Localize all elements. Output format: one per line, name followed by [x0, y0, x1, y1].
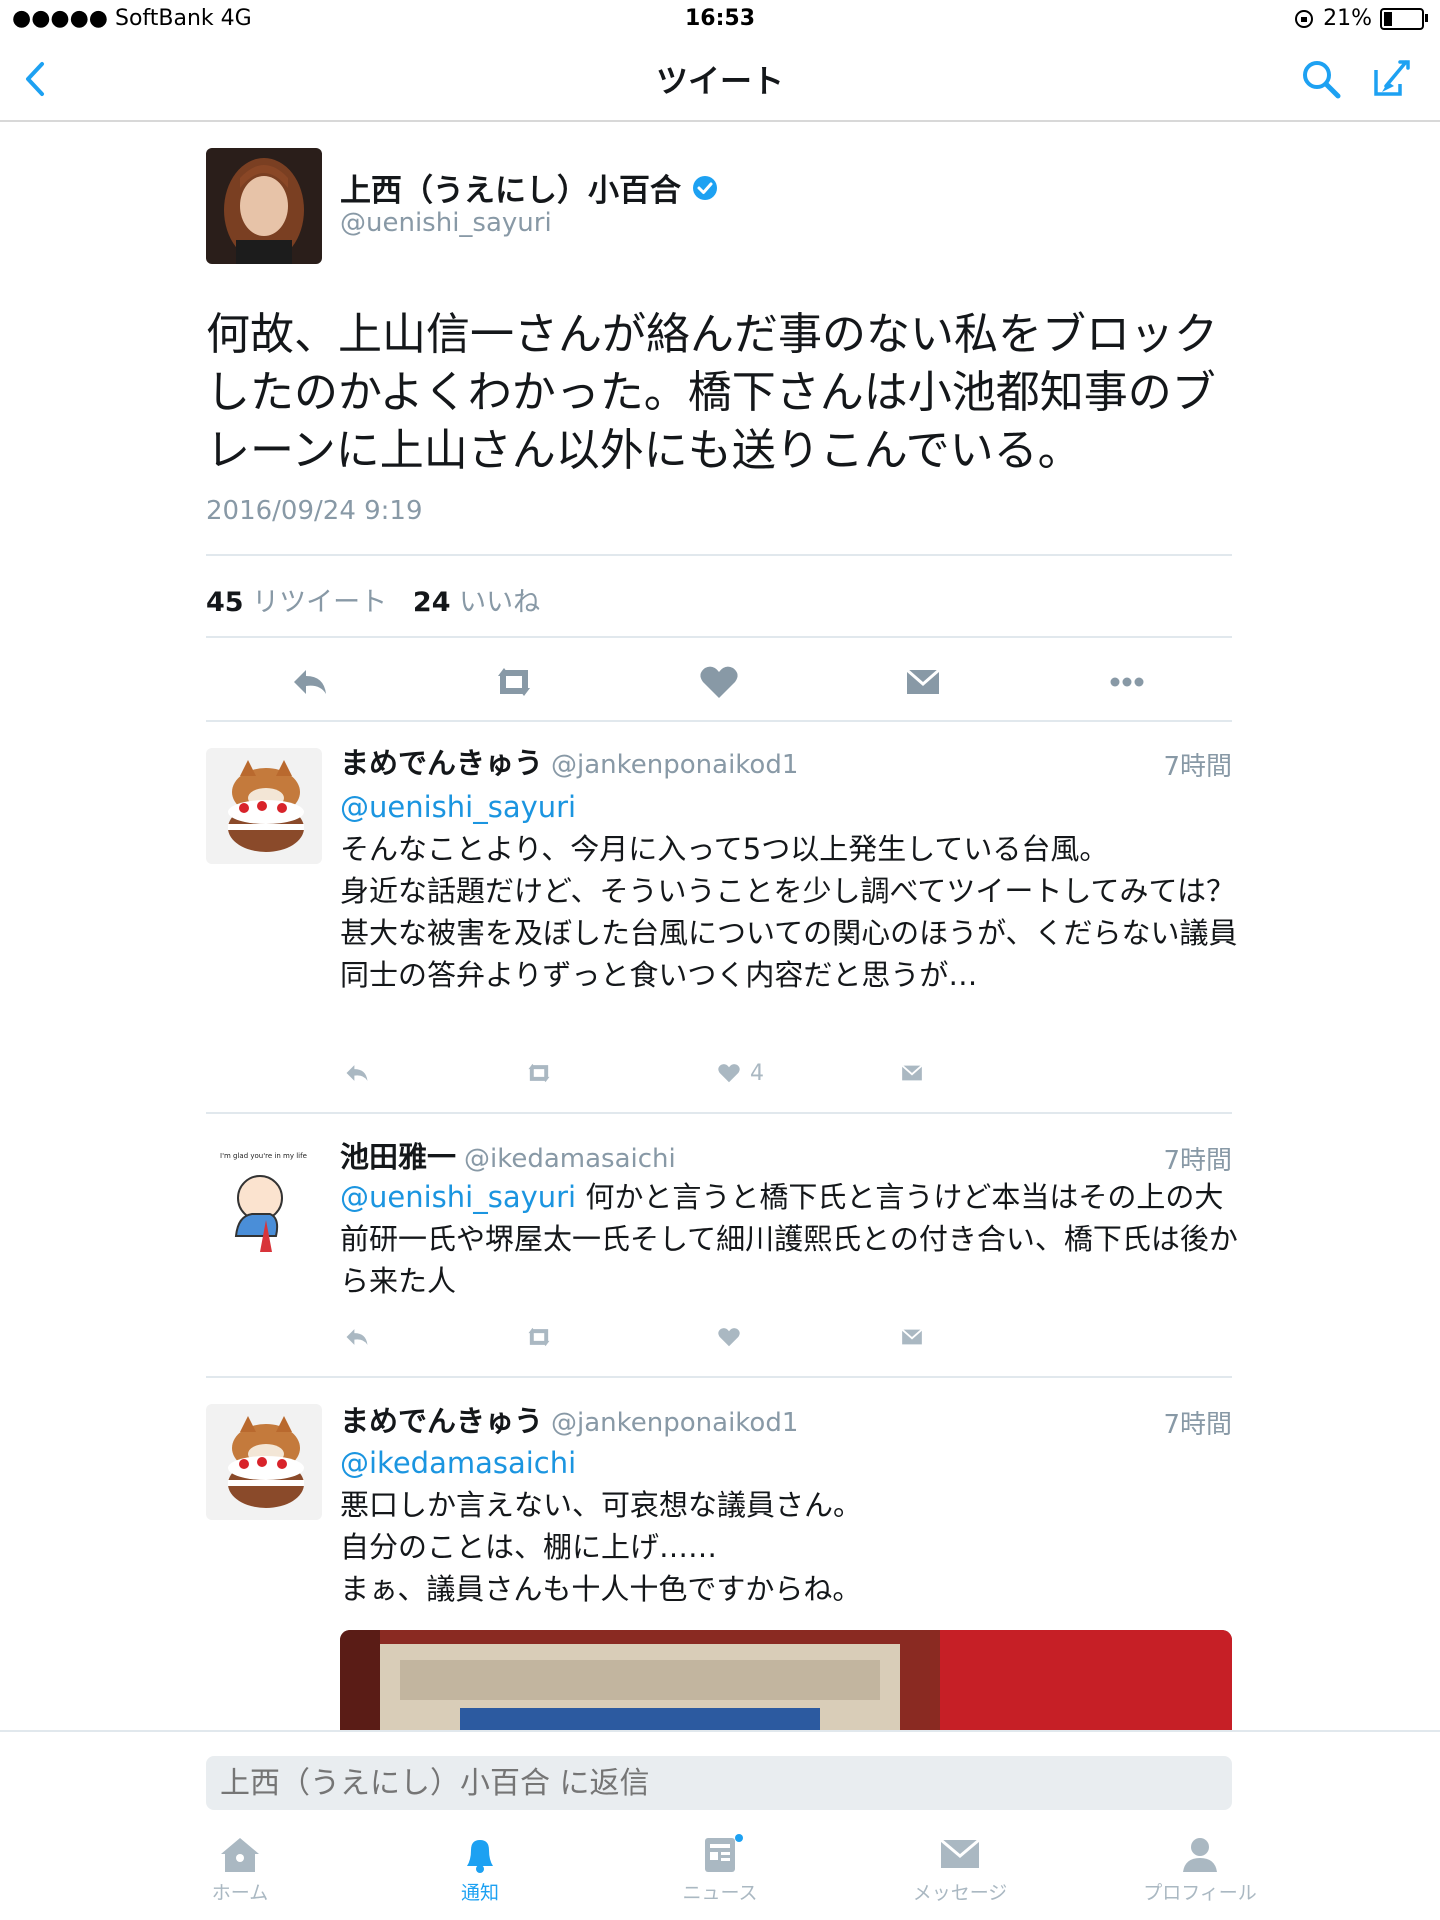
reply-icon[interactable] — [340, 1320, 374, 1354]
tab-home[interactable]: ホーム — [160, 1834, 320, 1905]
mention-link[interactable]: @uenishi_sayuri — [340, 1180, 576, 1214]
compose-icon[interactable] — [1366, 54, 1416, 104]
home-icon — [221, 1838, 259, 1872]
tab-notifications[interactable]: 通知 — [400, 1834, 560, 1905]
tweet-actions — [206, 656, 1232, 708]
divider — [206, 554, 1232, 556]
rotation-lock-icon — [1295, 9, 1314, 28]
avatar[interactable] — [206, 1404, 322, 1520]
envelope-icon — [940, 1838, 980, 1868]
mention-link[interactable]: @uenishi_sayuri — [340, 786, 1240, 828]
reply-time: 7時間 — [1163, 752, 1232, 782]
battery-icon — [1380, 7, 1428, 30]
avatar[interactable]: I'm glad you're in my life — [206, 1140, 322, 1256]
news-badge — [735, 1834, 743, 1842]
tab-label: ホーム — [211, 1882, 269, 1904]
reply-actions: 4 — [340, 1056, 1240, 1090]
author-name[interactable]: 上西（うえにし）小百合 — [340, 165, 681, 210]
reply-author-name[interactable]: 池田雅一 @ikedamasaichi — [340, 1134, 676, 1176]
avatar[interactable] — [206, 748, 322, 864]
message-icon[interactable] — [896, 1320, 928, 1354]
more-icon[interactable] — [1101, 656, 1153, 708]
nav-bar: ツイート — [0, 40, 1440, 122]
like-button[interactable]: 4 — [714, 1056, 764, 1090]
news-icon — [705, 1834, 743, 1872]
person-icon — [1183, 1838, 1217, 1872]
message-icon[interactable] — [896, 1056, 928, 1090]
tab-messages[interactable]: メッセージ — [880, 1834, 1040, 1905]
tab-news[interactable]: ニュース — [640, 1834, 800, 1905]
retweet-icon[interactable] — [520, 1056, 558, 1090]
reply-line: まぁ、議員さんも十人十色ですからね。 — [340, 1572, 862, 1606]
divider — [206, 1112, 1232, 1114]
reply-author-name[interactable]: まめでんきゅう @jankenponaikod1 — [340, 1398, 798, 1440]
battery-percent: 21% — [1323, 6, 1372, 31]
retweet-icon[interactable] — [520, 1320, 558, 1354]
avatar[interactable] — [206, 148, 322, 264]
like-count[interactable]: 24 — [413, 587, 451, 618]
tab-label: メッセージ — [912, 1882, 1008, 1904]
reply-actions — [340, 1320, 1240, 1354]
clock: 16:53 — [684, 6, 756, 31]
reply-line: そんなことより、今月に入って5つ以上発生している台風。 — [340, 832, 1109, 866]
retweet-icon[interactable] — [488, 656, 540, 708]
reply-text: @uenishi_sayuri そんなことより、今月に入って5つ以上発生している… — [340, 786, 1240, 996]
heart-icon — [718, 1064, 740, 1083]
reply-line: 自分のことは、棚に上げ…… — [340, 1530, 718, 1564]
like-label[interactable]: いいね — [459, 587, 540, 618]
reply-text: @uenishi_sayuri 何かと言うと橋下氏と言うけど本当はその上の大前研… — [340, 1176, 1240, 1302]
author-name-row: 上西（うえにし）小百合 — [340, 165, 719, 210]
verified-badge-icon — [693, 175, 717, 200]
divider — [206, 720, 1232, 722]
reply-line: 身近な話題だけど、そういうことを少し調べてツイートしてみては？ — [340, 874, 1235, 908]
reply-input[interactable] — [206, 1756, 1232, 1810]
reply-line: 悪口しか言えない、可哀想な議員さん。 — [340, 1488, 863, 1522]
reply-author-handle[interactable]: @jankenponaikod1 — [551, 1408, 798, 1438]
tweet-stats: 45 リツイート 24 いいね — [206, 580, 540, 619]
battery-area: 21% — [1293, 6, 1428, 31]
page-title: ツイート — [655, 62, 784, 100]
tab-label: 通知 — [460, 1882, 499, 1904]
media-image[interactable] — [340, 1630, 1232, 1730]
reply-composer — [0, 1730, 1440, 1832]
reply-text: @ikedamasaichi 悪口しか言えない、可哀想な議員さん。 自分のことは… — [340, 1442, 1240, 1610]
heart-icon[interactable] — [714, 1320, 744, 1354]
tab-label: ニュース — [682, 1882, 758, 1904]
message-icon[interactable] — [897, 656, 949, 708]
tab-profile[interactable]: プロフィール — [1120, 1834, 1280, 1905]
reply-author-handle[interactable]: @ikedamasaichi — [464, 1144, 676, 1174]
tweet-text: 何故、上山信一さんが絡んだ事のない私をブロックしたのかよくわかった。橋下さんは小… — [206, 309, 1218, 476]
tab-label: プロフィール — [1143, 1882, 1257, 1904]
reply-time: 7時間 — [1163, 1146, 1232, 1176]
status-bar: ●●●●● SoftBank 4G 16:53 21% — [0, 0, 1440, 40]
heart-icon[interactable] — [693, 656, 745, 708]
retweet-count[interactable]: 45 — [206, 587, 244, 618]
tab-bar: ホーム 通知 ニュース メッセージ プロフィール — [0, 1830, 1440, 1920]
reply-line: 甚大な被害を及ぼした台風についての関心のほうが、くだらない議員同士の答弁よりずっ… — [340, 916, 1238, 992]
tweet-timestamp: 2016/09/24 9:19 — [206, 496, 423, 526]
like-count: 4 — [750, 1060, 764, 1086]
divider — [206, 1376, 1232, 1378]
divider — [206, 636, 1232, 638]
reply-time: 7時間 — [1163, 1410, 1232, 1440]
reply-author-handle[interactable]: @jankenponaikod1 — [551, 750, 798, 780]
retweet-label[interactable]: リツイート — [252, 587, 387, 618]
reply-author-name[interactable]: まめでんきゅう @jankenponaikod1 — [340, 740, 798, 782]
bell-icon — [467, 1840, 493, 1873]
search-icon[interactable] — [1296, 54, 1346, 104]
reply-icon[interactable] — [284, 656, 336, 708]
author-handle[interactable]: @uenishi_sayuri — [340, 208, 552, 238]
avatar-caption: I'm glad you're in my life — [220, 1152, 307, 1160]
reply-icon[interactable] — [340, 1056, 374, 1090]
mention-link[interactable]: @ikedamasaichi — [340, 1442, 1240, 1484]
